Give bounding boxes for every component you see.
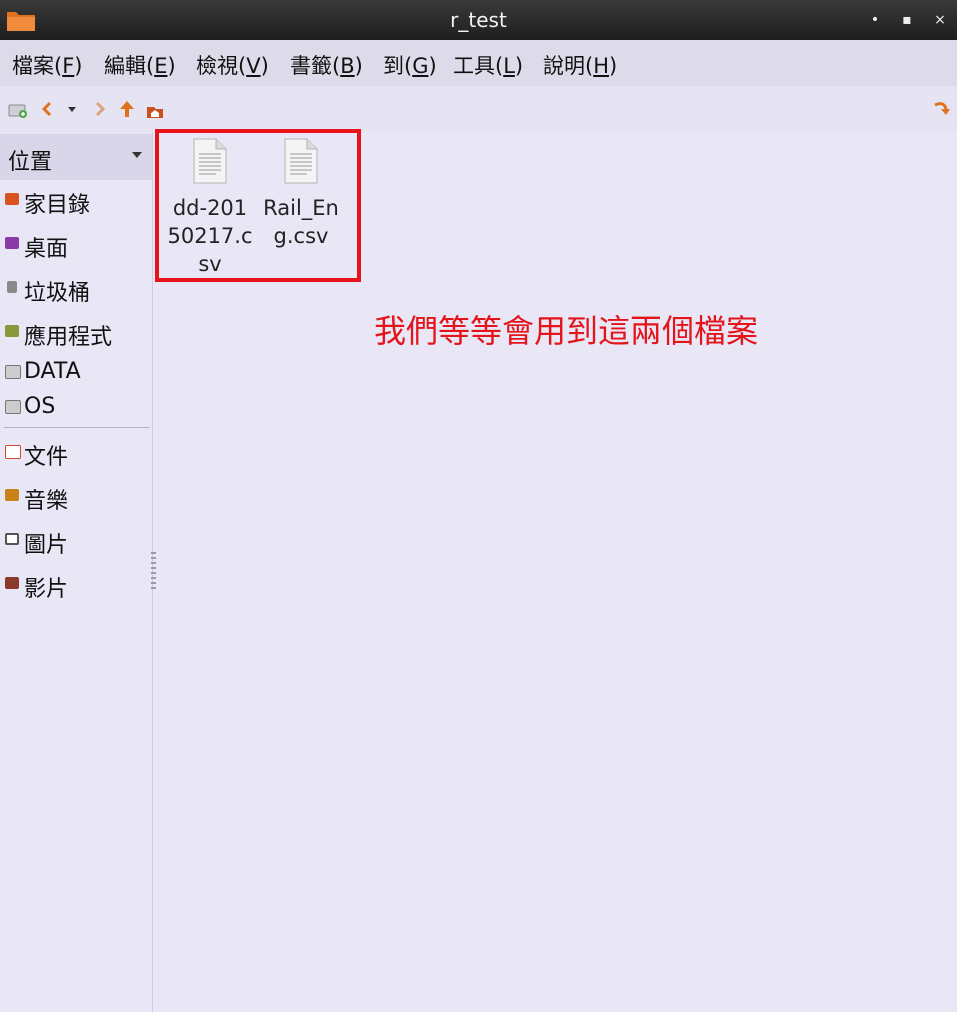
menu-help[interactable]: 說明(H) [543,50,617,80]
sidebar-item-label: OS [24,394,56,419]
videos-icon [5,577,19,589]
sidebar-item-home[interactable]: 家目錄 [0,184,152,220]
sidebar-item-music[interactable]: 音樂 [0,480,152,516]
places-label: 位置 [8,150,53,175]
forward-icon[interactable] [90,98,110,120]
up-arrow-icon[interactable] [117,98,137,120]
sidebar-item-label: 圖片 [24,533,69,558]
places-dropdown[interactable]: 位置 [0,134,152,180]
close-button[interactable]: × [930,10,950,30]
sidebar-separator [4,427,150,428]
sidebar-item-applications[interactable]: 應用程式 [0,316,152,352]
sidebar-item-label: 家目錄 [24,193,91,218]
menu-edit[interactable]: 編輯(E) [104,50,176,80]
applications-icon [5,325,19,337]
highlight-box [155,129,361,282]
sidebar-item-label: 音樂 [24,489,69,514]
pictures-icon [5,533,19,545]
menu-tools[interactable]: 工具(L) [453,50,523,80]
sidebar-item-label: DATA [24,359,81,384]
home-icon [5,193,19,205]
sidebar-item-data[interactable]: DATA [0,356,152,392]
sidebar-item-trash[interactable]: 垃圾桶 [0,272,152,308]
drive-icon [5,400,21,414]
documents-icon [5,445,21,459]
menu-accel: E [154,54,168,78]
menu-accel: H [593,54,609,78]
back-icon[interactable] [37,98,57,120]
menu-label-end: ) [260,54,269,78]
sidebar: 位置 家目錄 桌面 垃圾桶 應用程式 DATA OS 文件 音樂 圖片 影片 [0,132,153,1012]
menu-label: 編輯( [104,54,155,78]
minimize-button[interactable]: • [865,10,885,30]
menu-label-end: ) [428,54,437,78]
window-titlebar: r_test • ▪ × [0,0,957,40]
menu-label-end: ) [609,54,618,78]
menu-label-end: ) [167,54,176,78]
chevron-down-icon [132,152,142,158]
menu-accel: V [246,54,261,78]
menu-label: 說明( [543,54,594,78]
window-title: r_test [450,8,507,32]
sidebar-item-label: 應用程式 [24,325,113,350]
menu-go[interactable]: 到(G) [383,50,437,80]
menu-label: 書籤( [290,54,341,78]
menu-label-end: ) [354,54,363,78]
menu-accel: B [340,54,355,78]
menu-label-end: ) [74,54,83,78]
menu-label: 工具( [453,54,504,78]
drive-icon [5,365,21,379]
menu-bookmarks[interactable]: 書籤(B) [290,50,363,80]
maximize-button[interactable]: ▪ [897,10,917,30]
sidebar-item-videos[interactable]: 影片 [0,568,152,604]
menu-label: 檔案( [12,54,63,78]
sidebar-item-label: 桌面 [24,237,69,262]
sidebar-item-label: 垃圾桶 [24,281,91,306]
trash-icon [7,281,17,293]
history-dropdown-icon[interactable] [62,98,82,120]
menu-label-end: ) [514,54,524,78]
menu-view[interactable]: 檢視(V) [196,50,269,80]
home-icon[interactable] [145,98,165,120]
menubar: 檔案(F) 編輯(E) 檢視(V) 書籤(B) 到(G) 工具(L) 說明(H) [0,40,957,87]
sidebar-item-label: 影片 [24,577,69,602]
menu-accel: L [503,54,515,78]
music-icon [5,489,19,501]
menu-label: 到( [383,54,413,78]
toolbar [0,86,957,215]
sidebar-item-desktop[interactable]: 桌面 [0,228,152,264]
sidebar-item-os[interactable]: OS [0,391,152,427]
annotation-text: 我們等等會用到這兩個檔案 [374,312,759,350]
menu-accel: G [412,54,429,78]
sidebar-item-documents[interactable]: 文件 [0,436,152,472]
desktop-icon [5,237,19,249]
new-tab-icon[interactable] [8,99,28,121]
menu-accel: F [62,54,75,78]
sidebar-item-pictures[interactable]: 圖片 [0,524,152,560]
menu-label: 檢視( [196,54,247,78]
sidebar-item-label: 文件 [24,445,69,470]
go-icon[interactable] [932,98,952,120]
pane-resize-handle[interactable] [151,552,156,590]
menu-file[interactable]: 檔案(F) [12,50,83,80]
